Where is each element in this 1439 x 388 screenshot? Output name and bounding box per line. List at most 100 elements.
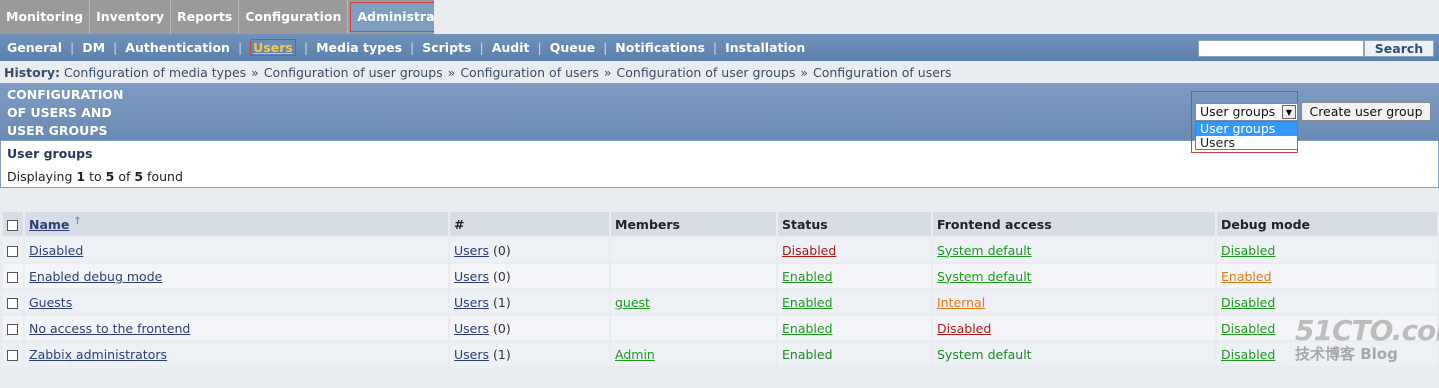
table-row: Enabled debug mode Users (0) Enabled Sys… [3, 264, 1439, 288]
submenu-separator: | [237, 40, 243, 55]
history-item[interactable]: Configuration of user groups [617, 65, 796, 80]
row-select-cell [3, 342, 25, 366]
displaying-label: Displaying [7, 169, 73, 184]
user-groups-table: Name ↑ # Members Status Frontend access D… [3, 210, 1439, 368]
debug-mode-link[interactable]: Disabled [1221, 321, 1275, 336]
status-cell: Enabled [778, 264, 933, 288]
history-item[interactable]: Configuration of user groups [264, 65, 443, 80]
debug-mode-link[interactable]: Enabled [1221, 269, 1272, 284]
sort-by-name-link[interactable]: Name [29, 217, 69, 232]
section-title: User groups [7, 146, 93, 161]
chevron-down-icon[interactable]: ▼ [1282, 105, 1296, 119]
submenu-item-notifications[interactable]: Notifications [615, 40, 705, 55]
to-label: to [89, 169, 102, 184]
group-name-link[interactable]: Enabled debug mode [29, 269, 162, 284]
users-link[interactable]: Users [454, 243, 489, 258]
member-link[interactable]: Admin [615, 347, 655, 362]
users-link[interactable]: Users [454, 295, 489, 310]
table-header-row: Name ↑ # Members Status Frontend access D… [3, 212, 1439, 236]
user-count: (0) [493, 268, 511, 284]
submenu-item-audit[interactable]: Audit [492, 40, 530, 55]
users-link[interactable]: Users [454, 347, 489, 362]
frontend-access-link[interactable]: Disabled [937, 321, 991, 336]
view-select-value: User groups [1200, 104, 1276, 119]
frontend-access-cell: Internal [933, 290, 1217, 314]
column-header-debug-mode: Debug mode [1217, 212, 1439, 236]
dropdown-option-users[interactable]: Users [1196, 136, 1297, 150]
submenu-item-general[interactable]: General [7, 40, 62, 55]
column-header-users: # [450, 212, 611, 236]
group-name-link[interactable]: Zabbix administrators [29, 347, 167, 362]
member-link[interactable]: guest [615, 295, 650, 310]
search-input[interactable] [1198, 40, 1364, 57]
total-count: 5 [134, 169, 144, 184]
submenu-item-users[interactable]: Users [250, 39, 296, 56]
submenu-item-queue[interactable]: Queue [550, 40, 595, 55]
users-cell: Users (1) [450, 290, 611, 314]
user-count: (1) [493, 346, 511, 362]
column-header-name[interactable]: Name ↑ [25, 212, 450, 236]
submenu-separator: | [410, 40, 415, 55]
tab-monitoring[interactable]: Monitoring [0, 0, 91, 34]
user-count: (1) [493, 294, 511, 310]
table-row: Zabbix administrators Users (1) Admin En… [3, 342, 1439, 366]
row-checkbox[interactable] [7, 349, 18, 361]
row-checkbox[interactable] [7, 297, 18, 309]
dropdown-option-user-groups[interactable]: User groups [1196, 122, 1297, 136]
row-checkbox[interactable] [7, 245, 18, 257]
history-separator: » [251, 65, 259, 80]
search-button[interactable]: Search [1364, 40, 1434, 57]
frontend-access-cell: System default [933, 264, 1217, 288]
row-checkbox[interactable] [7, 271, 18, 283]
debug-mode-link[interactable]: Disabled [1221, 295, 1275, 310]
users-cell: Users (0) [450, 316, 611, 340]
frontend-access-text: System default [937, 346, 1032, 362]
history-item[interactable]: Configuration of media types [64, 65, 246, 80]
group-name-cell: Guests [25, 290, 450, 314]
debug-mode-cell: Disabled [1217, 316, 1439, 340]
status-link[interactable]: Enabled [782, 321, 833, 336]
status-link[interactable]: Enabled [782, 269, 833, 284]
status-link[interactable]: Disabled [782, 243, 836, 258]
debug-mode-link[interactable]: Disabled [1221, 347, 1275, 362]
range-from: 1 [76, 169, 86, 184]
table-row: Disabled Users (0) Disabled System defau… [3, 238, 1439, 262]
frontend-access-link[interactable]: System default [937, 269, 1032, 284]
submenu-separator: | [603, 40, 608, 55]
submenu-item-dm[interactable]: DM [82, 40, 105, 55]
submenu-item-installation[interactable]: Installation [725, 40, 805, 55]
tab-inventory[interactable]: Inventory [90, 0, 172, 34]
frontend-access-link[interactable]: Internal [937, 295, 985, 310]
tab-reports[interactable]: Reports [171, 0, 240, 34]
create-user-group-button[interactable]: Create user group [1301, 102, 1431, 121]
row-select-cell [3, 316, 25, 340]
submenu-item-media-types[interactable]: Media types [316, 40, 402, 55]
history-item[interactable]: Configuration of users [813, 65, 952, 80]
history-item[interactable]: Configuration of users [460, 65, 599, 80]
submenu-item-scripts[interactable]: Scripts [422, 40, 471, 55]
column-header-status: Status [778, 212, 933, 236]
group-name-link[interactable]: Disabled [29, 243, 83, 258]
status-cell: Disabled [778, 238, 933, 262]
members-cell [611, 316, 778, 340]
row-checkbox[interactable] [7, 323, 18, 335]
debug-mode-cell: Disabled [1217, 342, 1439, 366]
history-separator: » [603, 65, 612, 80]
users-link[interactable]: Users [454, 321, 489, 336]
frontend-access-link[interactable]: System default [937, 243, 1032, 258]
users-link[interactable]: Users [454, 269, 489, 284]
debug-mode-cell: Disabled [1217, 238, 1439, 262]
group-name-link[interactable]: Guests [29, 295, 72, 310]
submenu-separator: | [70, 40, 75, 55]
tab-configuration[interactable]: Configuration [239, 0, 349, 34]
view-select[interactable]: User groups ▼ [1195, 103, 1298, 121]
status-link[interactable]: Enabled [782, 295, 833, 310]
submenu-item-authentication[interactable]: Authentication [125, 40, 230, 55]
debug-mode-link[interactable]: Disabled [1221, 243, 1275, 258]
user-count: (0) [493, 242, 511, 258]
page-title-line: USER GROUPS [7, 123, 108, 138]
select-all-checkbox[interactable] [7, 219, 18, 231]
members-cell [611, 238, 778, 262]
debug-mode-cell: Enabled [1217, 264, 1439, 288]
group-name-link[interactable]: No access to the frontend [29, 321, 190, 336]
